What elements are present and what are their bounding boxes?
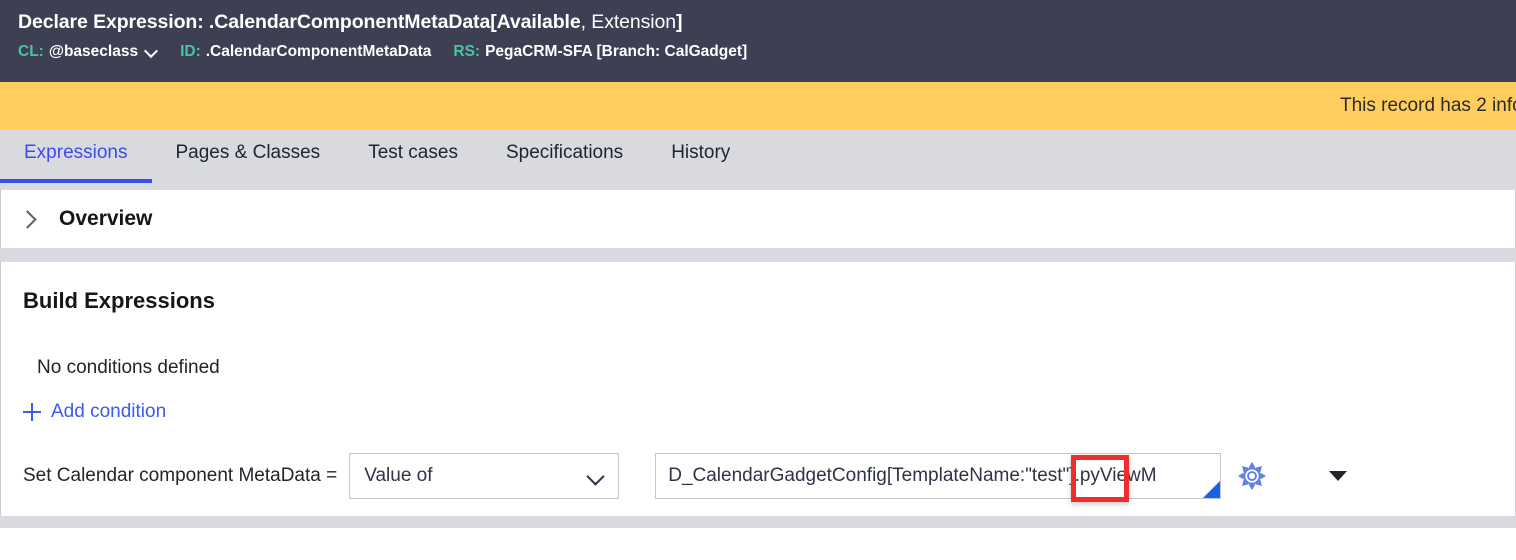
chevron-down-icon[interactable] [145,46,158,54]
page-title: Declare Expression: .CalendarComponentMe… [18,9,1498,35]
page-header: Declare Expression: .CalendarComponentMe… [0,0,1516,82]
value-type-select[interactable]: Value of [349,453,620,499]
expression-row: Set Calendar component MetaData = Value … [23,453,1515,502]
gear-icon[interactable] [1237,461,1267,491]
tab-history[interactable]: History [647,130,754,190]
overview-section[interactable]: Overview [0,190,1516,248]
value-type-select-value: Value of [364,465,433,486]
notification-text: This record has 2 info warnings [1339,95,1516,116]
header-metadata: CL: @baseclass ID: .CalendarComponentMetaDa… [18,41,1498,63]
meta-label-cl: CL: [18,43,44,60]
meta-item-id: ID: .CalendarComponentMetaData [180,41,431,63]
notification-bar[interactable]: This record has 2 info warnings [0,82,1516,130]
tab-pages-and-classes[interactable]: Pages & Classes [152,130,345,190]
resize-handle-icon[interactable] [1203,481,1221,498]
meta-item-rs: RS: PegaCRM-SFA [Branch: CalGadget] [453,41,747,63]
meta-label-rs: RS: [453,43,481,60]
plus-icon [23,403,41,421]
tab-expressions[interactable]: Expressions [0,130,152,190]
tab-bar: Expressions Pages & Classes Test cases S… [0,130,1516,190]
build-expressions-section: Build Expressions No conditions defined … [0,262,1516,516]
expression-input[interactable] [655,453,1222,499]
add-condition-label: Add condition [51,401,167,422]
meta-label-id: ID: [180,43,201,60]
chevron-right-icon[interactable] [15,206,41,232]
page-title-text: Declare Expression: .CalendarComponentMe… [18,11,491,33]
status-badge-extension: Extension [591,11,677,33]
tab-test-cases[interactable]: Test cases [344,130,482,190]
caret-down-icon[interactable] [1329,471,1348,481]
add-condition-button[interactable]: Add condition [23,401,166,423]
footer-band [0,516,1516,528]
meta-value-cl: @baseclass [48,43,139,60]
status-comma: , [580,11,586,33]
overview-label: Overview [59,207,153,230]
chevron-down-icon [586,467,605,486]
section-divider [0,248,1516,262]
expression-label: Set Calendar component MetaData = [23,465,338,486]
meta-value-rs: PegaCRM-SFA [Branch: CalGadget] [485,43,748,60]
expression-input-wrapper [655,453,1222,502]
status-bracket-close: ] [676,11,683,33]
no-conditions-text: No conditions defined [37,357,220,378]
meta-item-cl[interactable]: CL: @baseclass [18,41,158,63]
build-expressions-title: Build Expressions [23,288,215,313]
meta-value-id: .CalendarComponentMetaData [205,43,432,60]
status-badge-available: Available [496,11,581,33]
tab-specifications[interactable]: Specifications [482,130,647,190]
